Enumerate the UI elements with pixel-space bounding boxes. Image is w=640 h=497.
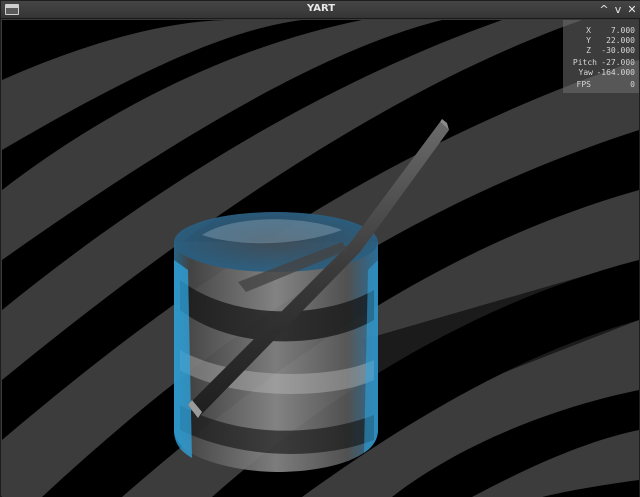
hud-value-z: -30.000 [601, 46, 635, 55]
hud-row-yaw: Yaw -164.000 [565, 68, 637, 78]
hud-value-fps: 0 [630, 80, 635, 89]
hud-row-y: Y 22.000 [565, 36, 637, 46]
hud-row-x: X 7.000 [565, 26, 637, 36]
rendered-scene [2, 20, 639, 497]
hud-label-fps: FPS [576, 80, 591, 89]
camera-info-panel: X 7.000 Y 22.000 Z -30.000 Pitch -27.000… [563, 20, 639, 93]
hud-label-y: Y [586, 36, 591, 45]
minimize-icon[interactable]: v [611, 3, 625, 17]
maximize-icon[interactable]: ^ [597, 3, 611, 17]
window-title: YART [306, 3, 336, 14]
title-bar[interactable]: YART ^ v ✕ [1, 1, 640, 19]
close-icon[interactable]: ✕ [625, 3, 639, 17]
hud-label-x: X [586, 26, 591, 35]
hud-row-fps: FPS 0 [565, 80, 637, 90]
hud-label-z: Z [586, 46, 591, 55]
hud-label-pitch: Pitch [572, 58, 597, 67]
hud-row-z: Z -30.000 [565, 46, 637, 56]
render-viewport[interactable]: X 7.000 Y 22.000 Z -30.000 Pitch -27.000… [2, 20, 639, 497]
app-window: YART ^ v ✕ X 7.000 Y 22.000 Z -30.000 Pi… [0, 0, 640, 497]
hud-label-yaw: Yaw [578, 68, 593, 77]
hud-value-y: 22.000 [606, 36, 635, 45]
hud-value-pitch: -27.000 [601, 58, 635, 67]
hud-row-pitch: Pitch -27.000 [565, 58, 637, 68]
hud-value-yaw: -164.000 [596, 68, 635, 77]
hud-value-x: 7.000 [610, 26, 635, 35]
